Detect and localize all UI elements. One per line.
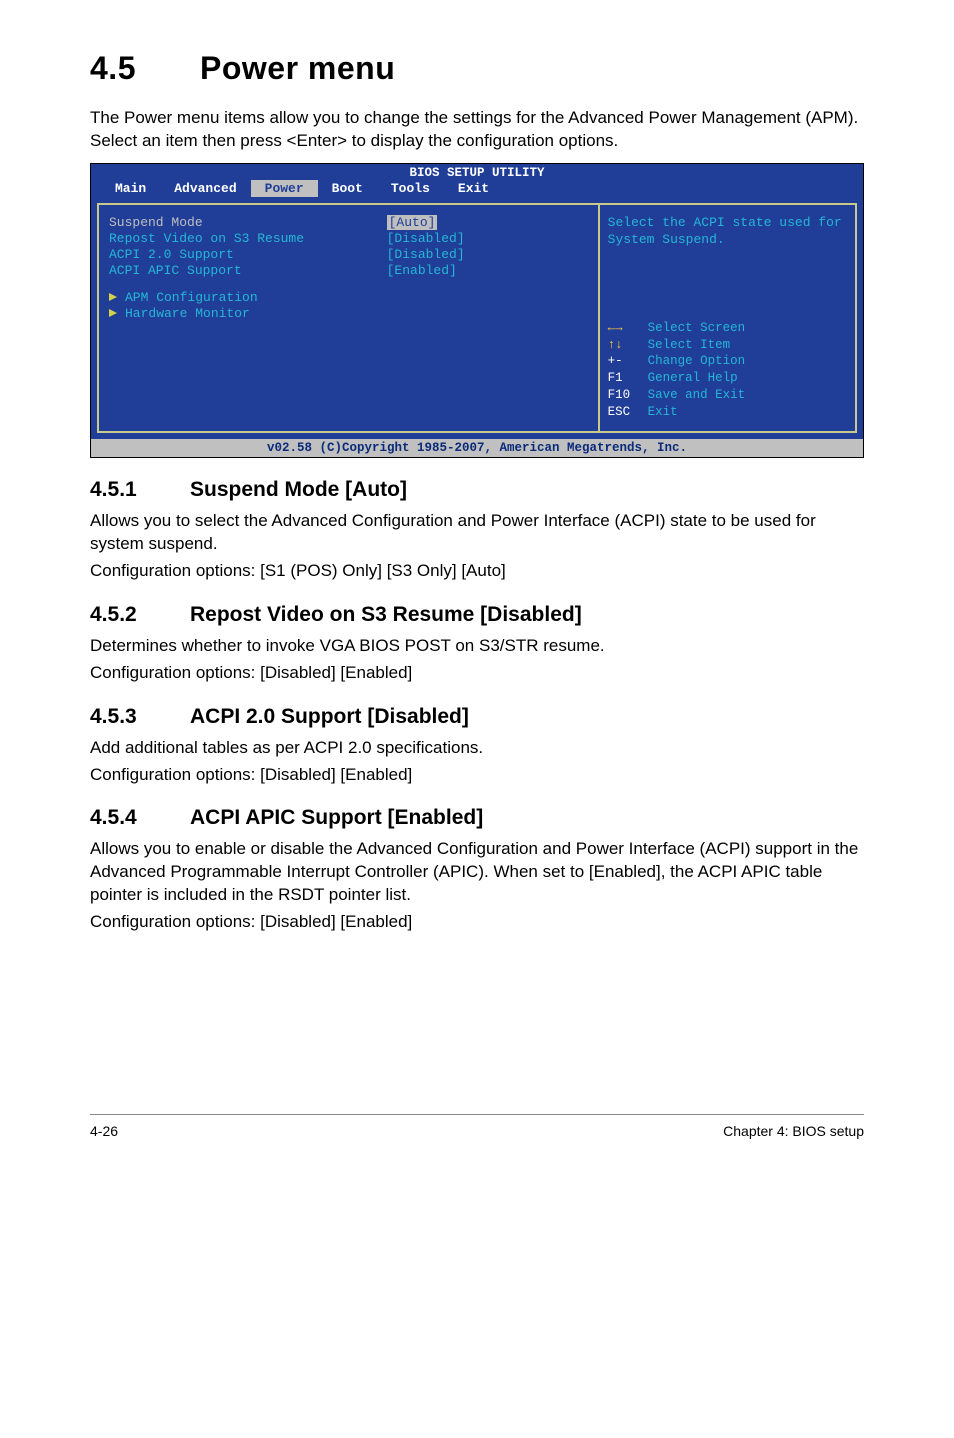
subsection-title: Repost Video on S3 Resume [Disabled] [190, 603, 582, 626]
bios-help-text: Select the ACPI state used for System Su… [608, 215, 847, 249]
key-row: +-Change Option [608, 353, 847, 370]
subsection-452: 4.5.2Repost Video on S3 Resume [Disabled… [90, 603, 864, 685]
subsection-number: 4.5.1 [90, 478, 190, 502]
section-intro: The Power menu items allow you to change… [90, 107, 864, 153]
subsection-paragraph: Allows you to select the Advanced Config… [90, 510, 864, 556]
key: ←→ [608, 320, 648, 337]
bios-body: Suspend Mode [Auto] Repost Video on S3 R… [91, 199, 863, 439]
key-row: ←→Select Screen [608, 320, 847, 337]
key: F1 [608, 370, 648, 387]
subsection-451: 4.5.1Suspend Mode [Auto] Allows you to s… [90, 478, 864, 583]
key: ESC [608, 404, 648, 421]
setting-value: [Enabled] [387, 263, 457, 278]
key: +- [608, 353, 648, 370]
bios-title: BIOS SETUP UTILITY [91, 164, 863, 180]
bios-tab-tools[interactable]: Tools [377, 180, 444, 197]
page-content: 4.5Power menu The Power menu items allow… [0, 0, 954, 1169]
subsection-title: Suspend Mode [Auto] [190, 478, 407, 501]
bios-screenshot: BIOS SETUP UTILITY Main Advanced Power B… [90, 163, 864, 458]
key-desc: General Help [648, 370, 738, 387]
setting-acpi-apic[interactable]: ACPI APIC Support [Enabled] [109, 263, 588, 278]
bios-key-legend: ←→Select Screen ↑↓Select Item +-Change O… [608, 320, 847, 421]
key-desc: Change Option [648, 353, 746, 370]
subsection-number: 4.5.3 [90, 705, 190, 729]
subsection-heading: 4.5.1Suspend Mode [Auto] [90, 478, 864, 502]
section-heading: 4.5Power menu [90, 50, 864, 87]
key: F10 [608, 387, 648, 404]
key-row: F10Save and Exit [608, 387, 847, 404]
bios-tab-exit[interactable]: Exit [444, 180, 503, 197]
key-row: ESCExit [608, 404, 847, 421]
subsection-paragraph: Allows you to enable or disable the Adva… [90, 838, 864, 907]
subsection-number: 4.5.4 [90, 806, 190, 830]
bios-footer: v02.58 (C)Copyright 1985-2007, American … [91, 439, 863, 457]
triangle-right-icon [109, 290, 117, 305]
setting-value: [Disabled] [387, 231, 465, 246]
key-desc: Save and Exit [648, 387, 746, 404]
key-row: F1General Help [608, 370, 847, 387]
section-title-text: Power menu [200, 50, 395, 86]
subsection-heading: 4.5.2Repost Video on S3 Resume [Disabled… [90, 603, 864, 627]
bios-tab-power[interactable]: Power [251, 180, 318, 197]
bios-settings-pane: Suspend Mode [Auto] Repost Video on S3 R… [97, 203, 598, 433]
setting-label: ACPI APIC Support [109, 263, 387, 278]
submenu-apm-config[interactable]: APM Configuration [109, 290, 588, 305]
setting-label: Repost Video on S3 Resume [109, 231, 387, 246]
subsection-454: 4.5.4ACPI APIC Support [Enabled] Allows … [90, 806, 864, 934]
subsection-heading: 4.5.4ACPI APIC Support [Enabled] [90, 806, 864, 830]
footer-page-number: 4-26 [90, 1123, 118, 1139]
subsection-paragraph: Determines whether to invoke VGA BIOS PO… [90, 635, 864, 658]
footer-chapter: Chapter 4: BIOS setup [723, 1123, 864, 1139]
key-desc: Select Item [648, 337, 731, 354]
bios-tab-main[interactable]: Main [101, 180, 160, 197]
triangle-right-icon [109, 306, 117, 321]
setting-value: [Auto] [387, 215, 438, 230]
subsection-453: 4.5.3ACPI 2.0 Support [Disabled] Add add… [90, 705, 864, 787]
setting-repost-video[interactable]: Repost Video on S3 Resume [Disabled] [109, 231, 588, 246]
submenu-hardware-monitor[interactable]: Hardware Monitor [109, 306, 588, 321]
setting-acpi-2[interactable]: ACPI 2.0 Support [Disabled] [109, 247, 588, 262]
subsection-title: ACPI 2.0 Support [Disabled] [190, 705, 469, 728]
page-footer: 4-26 Chapter 4: BIOS setup [90, 1114, 864, 1139]
setting-label: ACPI 2.0 Support [109, 247, 387, 262]
key-desc: Select Screen [648, 320, 746, 337]
subsection-paragraph: Add additional tables as per ACPI 2.0 sp… [90, 737, 864, 760]
setting-suspend-mode[interactable]: Suspend Mode [Auto] [109, 215, 588, 230]
subsection-paragraph: Configuration options: [Disabled] [Enabl… [90, 911, 864, 934]
subsection-heading: 4.5.3ACPI 2.0 Support [Disabled] [90, 705, 864, 729]
subsection-number: 4.5.2 [90, 603, 190, 627]
setting-value: [Disabled] [387, 247, 465, 262]
setting-label: Suspend Mode [109, 215, 387, 230]
bios-tab-advanced[interactable]: Advanced [160, 180, 250, 197]
section-number: 4.5 [90, 50, 200, 87]
subsection-paragraph: Configuration options: [S1 (POS) Only] [… [90, 560, 864, 583]
key-desc: Exit [648, 404, 678, 421]
subsection-title: ACPI APIC Support [Enabled] [190, 806, 483, 829]
bios-tab-boot[interactable]: Boot [318, 180, 377, 197]
submenu-label: APM Configuration [125, 290, 258, 305]
key: ↑↓ [608, 337, 648, 354]
bios-help-pane: Select the ACPI state used for System Su… [598, 203, 857, 433]
subsection-paragraph: Configuration options: [Disabled] [Enabl… [90, 662, 864, 685]
submenu-label: Hardware Monitor [125, 306, 250, 321]
subsection-paragraph: Configuration options: [Disabled] [Enabl… [90, 764, 864, 787]
bios-menubar: Main Advanced Power Boot Tools Exit [91, 180, 863, 199]
key-row: ↑↓Select Item [608, 337, 847, 354]
